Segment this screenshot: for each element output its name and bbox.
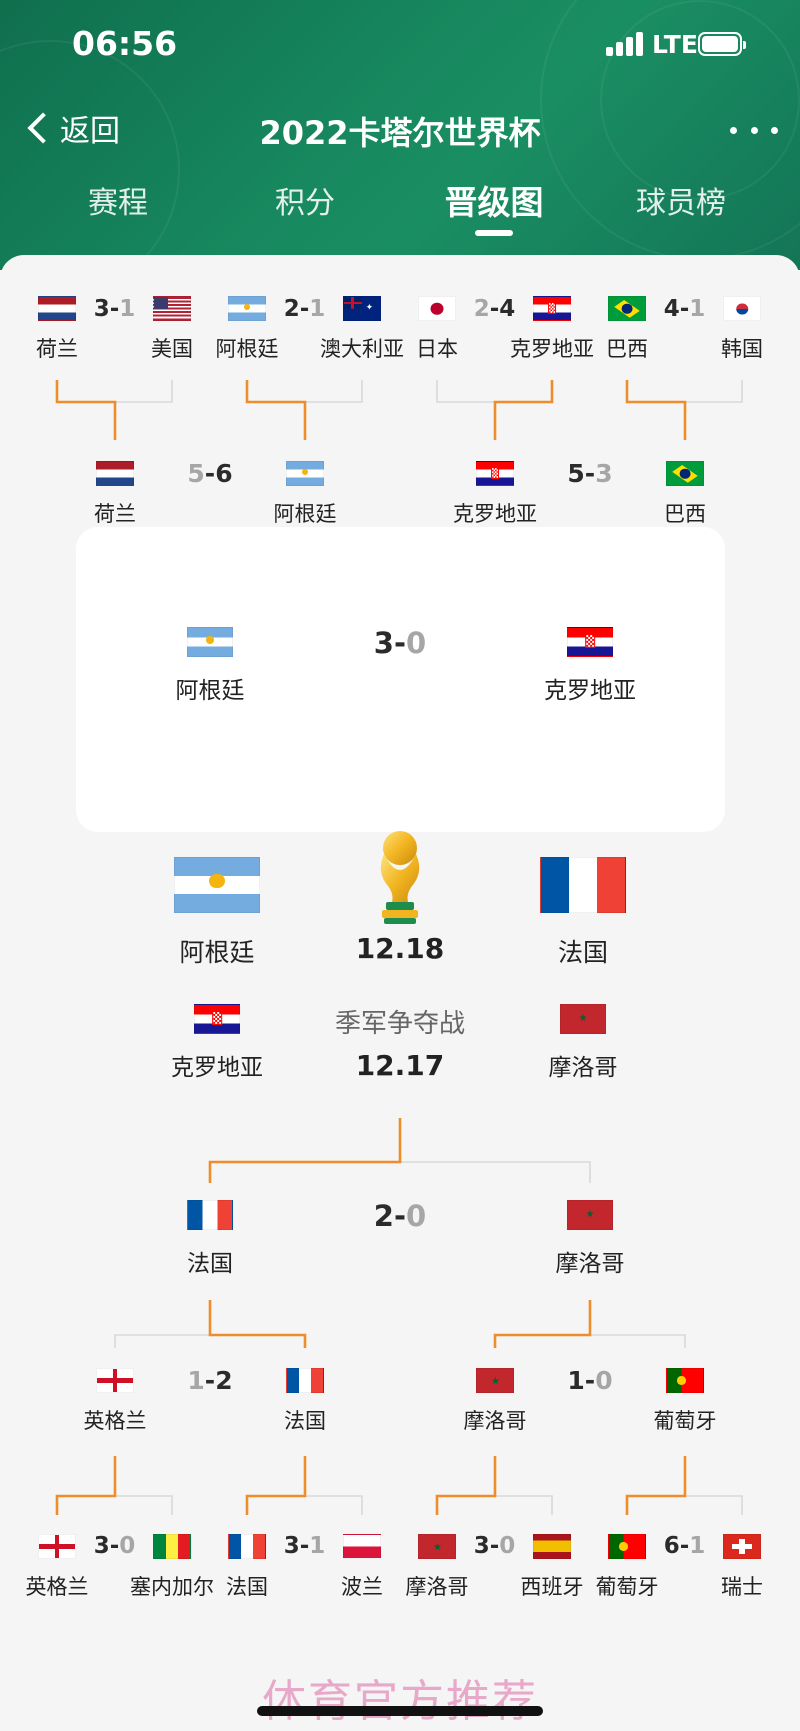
bracket-connector-27	[625, 1456, 687, 1515]
bracket-connector-4	[436, 380, 495, 403]
bracket-connector-22	[305, 1495, 363, 1515]
flag-mar-icon: ★	[476, 1368, 514, 1393]
bracket-connector-2	[305, 380, 363, 403]
team-name: 克罗地亚	[544, 678, 636, 704]
team-name: 法国	[557, 938, 608, 967]
team-name: 阿根廷	[179, 938, 255, 967]
match-score-r16t-2: 2-4	[473, 296, 516, 322]
flag-por-icon	[666, 1368, 704, 1393]
team-name: 克罗地亚	[453, 502, 537, 526]
world-cup-trophy-icon	[380, 831, 420, 924]
bracket-connector-24	[495, 1495, 553, 1515]
third-place-label: 季军争夺战	[334, 1009, 465, 1039]
flag-bra-icon	[666, 461, 704, 486]
team-name: 摩洛哥	[555, 1251, 625, 1277]
team-name: 法国	[284, 1409, 326, 1433]
flag-arg-icon	[286, 461, 324, 486]
bracket-connector-6	[685, 380, 743, 403]
bracket-connector-3	[245, 380, 307, 440]
bracket-connector-20	[115, 1495, 173, 1515]
flag-eng-icon	[96, 1368, 134, 1393]
bracket-connector-18	[590, 1334, 686, 1348]
match-score-qfb-1: 1-0	[567, 1366, 613, 1395]
match-score-r16t-0: 3-1	[93, 296, 136, 322]
team-name: 阿根廷	[273, 502, 337, 526]
team-name: 巴西	[664, 502, 706, 526]
team-third-r[interactable]: ★ 摩洛哥	[508, 1004, 658, 1082]
flag-arg-icon	[174, 857, 260, 913]
flag-fra-icon	[286, 1368, 324, 1393]
flag-arg-icon	[187, 627, 233, 657]
team-name: 法国	[187, 1251, 233, 1277]
bracket-connector-19	[493, 1300, 592, 1348]
team-name: 摩洛哥	[463, 1409, 527, 1433]
flag-fra-icon	[540, 857, 626, 913]
bracket-connector-15	[208, 1118, 402, 1183]
bracket-connector-5	[493, 380, 554, 440]
match-score-qfb-0: 1-2	[187, 1366, 233, 1395]
team-name: 阿根廷	[175, 678, 245, 704]
match-score-qft-1: 5-3	[567, 459, 613, 488]
flag-cro-icon	[194, 1004, 240, 1034]
flag-mar-icon: ★	[567, 1200, 613, 1230]
team-sft-l[interactable]: 阿根廷	[135, 627, 285, 705]
flag-cro-icon	[567, 627, 613, 657]
flag-ned-icon	[96, 461, 134, 486]
match-score-sft: 3-0	[373, 626, 427, 660]
match-score-r16t-3: 4-1	[663, 296, 706, 322]
team-name: 韩国	[721, 337, 763, 361]
home-indicator	[257, 1706, 543, 1716]
bracket-connector-26	[685, 1495, 743, 1515]
flag-mar-icon: ★	[560, 1004, 606, 1034]
team-sfb-l[interactable]: 法国	[135, 1200, 285, 1278]
bracket-connector-0	[115, 380, 173, 403]
team-name: 葡萄牙	[653, 1409, 717, 1433]
match-score-sfb: 2-0	[373, 1199, 427, 1233]
match-score-r16b-0: 3-0	[93, 1533, 136, 1559]
bracket-connector-17	[208, 1300, 307, 1348]
team-name: 摩洛哥	[548, 1055, 618, 1081]
bracket-connector-14	[400, 1161, 591, 1183]
team-sfb-r[interactable]: ★ 摩洛哥	[515, 1200, 665, 1278]
flag-cro-icon	[476, 461, 514, 486]
team-final-r[interactable]: 法国	[508, 857, 658, 969]
team-final-l[interactable]: 阿根廷	[142, 857, 292, 969]
team-name: 克罗地亚	[171, 1055, 263, 1081]
bracket-connector-1	[55, 380, 117, 440]
bracket-connector-7	[625, 380, 687, 440]
team-name: 瑞士	[721, 1575, 763, 1599]
match-score-r16t-1: 2-1	[283, 296, 326, 322]
final-date: 12.18	[355, 932, 445, 965]
bracket-connector-21	[55, 1456, 117, 1515]
team-third-l[interactable]: 克罗地亚	[142, 1004, 292, 1082]
bracket-connector-16	[114, 1334, 210, 1348]
match-score-r16b-2: 3-0	[473, 1533, 516, 1559]
team-sft-r[interactable]: 克罗地亚	[515, 627, 665, 705]
bracket-connector-25	[435, 1456, 497, 1515]
match-score-r16b-1: 3-1	[283, 1533, 326, 1559]
flag-fra-icon	[187, 1200, 233, 1230]
watermark-text: 体育官方推荐	[262, 1676, 538, 1727]
team-name: 英格兰	[83, 1409, 147, 1433]
app-screen: 06:56 LTE 返回 2022卡塔尔世界杯 赛程 积分 晋级图 球员榜 12…	[0, 0, 800, 1731]
match-score-qft-0: 5-6	[187, 459, 233, 488]
team-name: 荷兰	[94, 502, 136, 526]
match-score-r16b-3: 6-1	[663, 1533, 706, 1559]
third-place-date: 12.17	[355, 1049, 445, 1082]
bracket-connector-23	[245, 1456, 307, 1515]
